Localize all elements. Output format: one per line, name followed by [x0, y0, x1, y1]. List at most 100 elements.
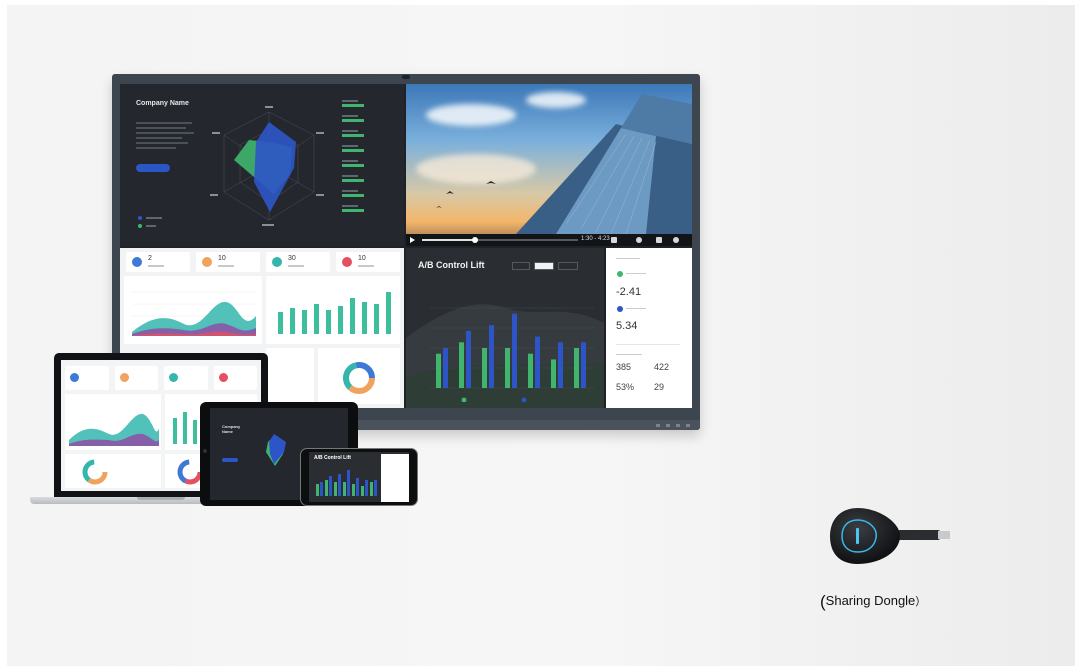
ab-bar-chart — [430, 307, 594, 402]
phone-bar-blue — [356, 478, 359, 496]
kpi-value: 2 — [148, 255, 152, 262]
side-stats-panel: -2.41 5.34 385 422 53% 29 — [606, 248, 692, 408]
kpi-card: 30 — [266, 252, 330, 272]
challenger-dot — [617, 306, 623, 312]
phone-bar-green — [343, 482, 346, 496]
stat-row — [342, 130, 398, 145]
laptop-kpi — [164, 366, 208, 390]
stat-row — [342, 190, 398, 205]
value-1: -2.41 — [616, 286, 642, 298]
green-bar-chart — [278, 292, 391, 334]
volume-icon[interactable] — [611, 237, 617, 243]
segment-tab[interactable] — [512, 262, 530, 270]
progress-track[interactable] — [422, 237, 578, 243]
donut-chart — [343, 362, 375, 394]
fullscreen-icon[interactable] — [656, 237, 662, 243]
radar-series-blue — [254, 122, 296, 212]
green-bar — [362, 302, 367, 334]
ab-bar-green — [436, 353, 441, 388]
kpi-value: 10 — [218, 255, 226, 262]
ab-bar-blue — [512, 313, 517, 388]
stat-a: 385 — [616, 362, 632, 372]
phone-screen: A/B Control Lift — [309, 452, 409, 502]
caption-close: ） — [915, 596, 927, 608]
panel-button[interactable] — [666, 424, 670, 427]
gear-icon[interactable] — [673, 237, 679, 243]
stat-row — [342, 160, 398, 175]
phone-bar-blue — [329, 476, 332, 496]
ab-bar-green — [528, 353, 533, 388]
panel-button[interactable] — [686, 424, 690, 427]
challenger-label — [626, 308, 646, 309]
phone-bar-blue — [347, 470, 350, 496]
dark-dashboard-quadrant: Company Name — [120, 84, 404, 246]
area-chart-card — [124, 276, 262, 344]
phone-bar-green — [352, 484, 355, 496]
green-bar — [386, 292, 391, 334]
green-bar — [302, 310, 307, 334]
panel-camera — [402, 75, 410, 79]
company-name: Company Name — [136, 100, 189, 107]
dongle-caption: (Sharing Dongle） — [820, 592, 980, 612]
stats-column — [342, 100, 398, 220]
stat-row — [342, 100, 398, 115]
value-2: 5.34 — [616, 320, 638, 332]
tablet-home-button[interactable] — [203, 449, 207, 453]
phone-bar-blue — [338, 474, 341, 496]
tablet-cta[interactable] — [222, 458, 238, 462]
settings-icon[interactable] — [636, 237, 642, 243]
laptop-area-chart — [65, 394, 161, 450]
segment-tab-active[interactable] — [534, 262, 554, 270]
tablet-company-name: Company Name — [222, 424, 241, 434]
champion-label — [626, 273, 646, 274]
play-icon[interactable] — [410, 237, 415, 243]
phone-bar-blue — [374, 480, 377, 496]
skyscraper-image — [436, 94, 692, 234]
donut-card — [318, 348, 400, 404]
laptop-kpi — [65, 366, 109, 390]
video-controls: 1:30 - 4:23 — [406, 234, 692, 246]
phone-bar-green — [370, 482, 373, 496]
bar-chart-card — [266, 276, 400, 344]
get-started-button[interactable] — [136, 164, 170, 172]
ab-bar-blue — [489, 325, 494, 388]
stat-row — [342, 115, 398, 130]
green-bar — [350, 298, 355, 334]
time-label: 1:30 - 4:23 — [581, 236, 610, 242]
caption-text: Sharing Dongle — [825, 593, 916, 608]
legend-card — [266, 348, 314, 404]
laptop-kpi — [213, 366, 257, 390]
phone-bar-chart — [316, 470, 377, 496]
green-bar — [278, 312, 283, 334]
phone-bar-blue — [365, 480, 368, 496]
intro-text-block — [136, 122, 196, 158]
kpi-icon — [342, 257, 352, 267]
kpi-card: 2 — [126, 252, 190, 272]
divider — [616, 344, 680, 345]
laptop-kpi — [114, 366, 158, 390]
ab-bar-blue — [466, 330, 471, 388]
green-bar — [374, 304, 379, 334]
progress-knob[interactable] — [472, 237, 479, 243]
tablet-radar — [266, 434, 286, 466]
stat-row — [342, 145, 398, 160]
phone-side-panel — [381, 454, 409, 502]
stat-d: 29 — [654, 382, 665, 392]
kpi-value: 30 — [288, 255, 296, 262]
ab-bar-green — [459, 342, 464, 388]
ab-bar-blue — [443, 348, 448, 388]
section-label — [616, 258, 640, 259]
stat-row — [342, 205, 398, 220]
kpi-label — [358, 265, 374, 267]
segment-tab[interactable] — [558, 262, 578, 270]
laptop-notch — [137, 497, 185, 500]
kpi-value: 10 — [358, 255, 366, 262]
ab-bar-green — [551, 359, 556, 388]
video-quadrant: 1:30 - 4:23 — [406, 84, 692, 246]
kpi-icon — [202, 257, 212, 267]
panel-button[interactable] — [676, 424, 680, 427]
legend-label — [146, 217, 162, 219]
panel-button[interactable] — [656, 424, 660, 427]
phone-bar-green — [325, 480, 328, 496]
green-bar — [326, 310, 331, 334]
